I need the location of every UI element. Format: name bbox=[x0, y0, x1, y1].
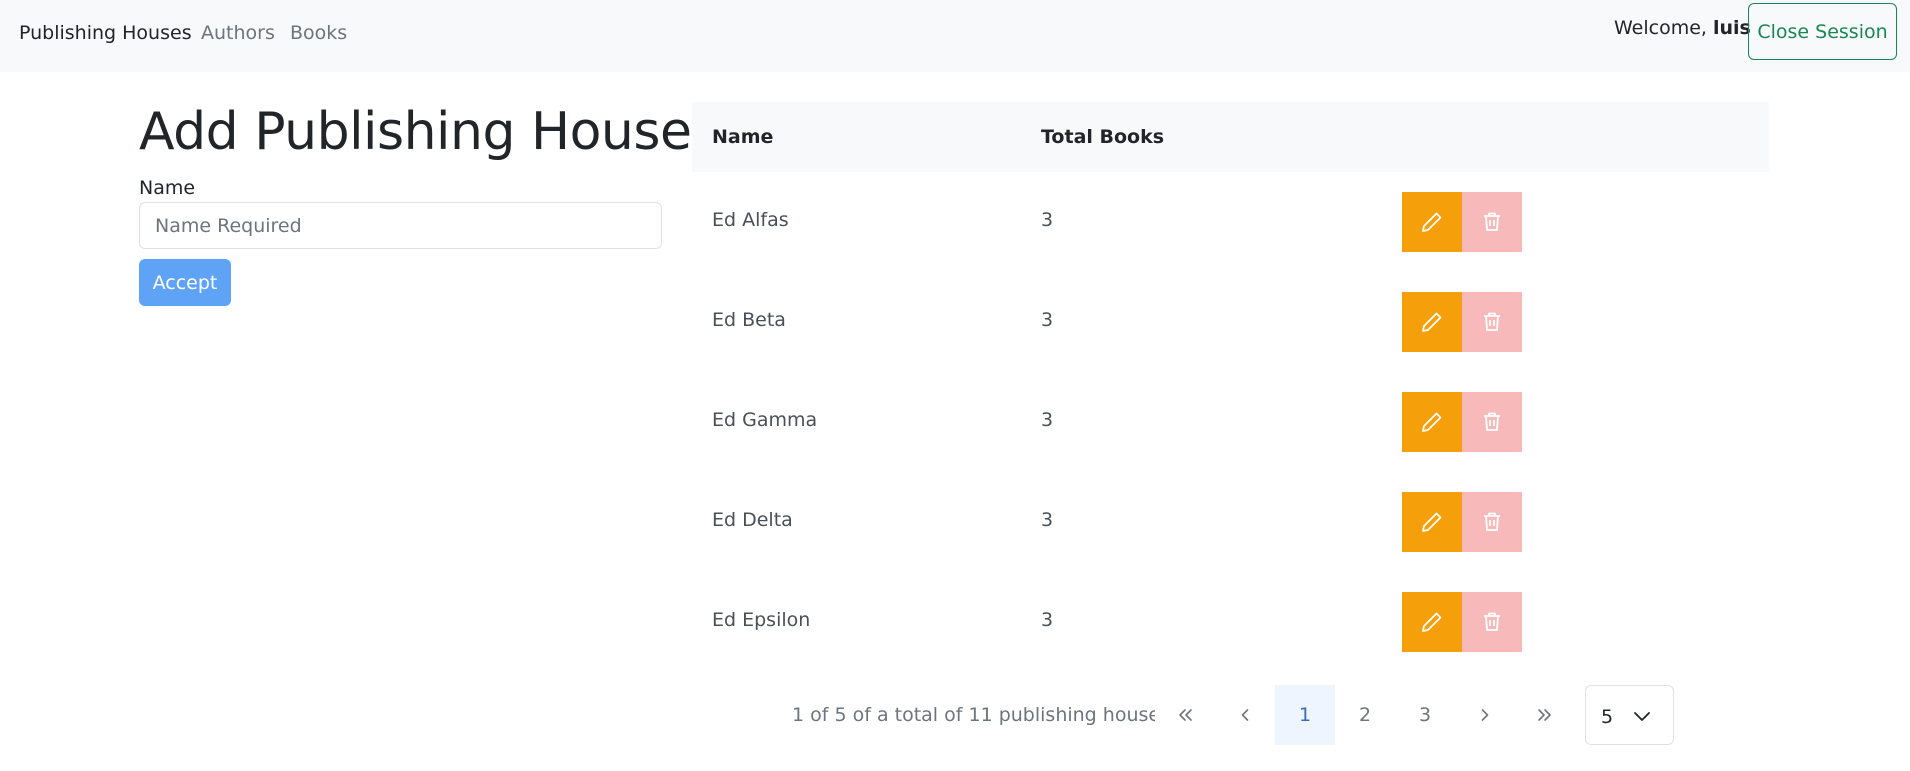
nav-link-books[interactable]: Books bbox=[290, 22, 347, 44]
nav-link-authors[interactable]: Authors bbox=[201, 22, 275, 44]
cell-total-books: 3 bbox=[1041, 509, 1054, 531]
edit-button[interactable] bbox=[1402, 292, 1462, 352]
delete-button[interactable] bbox=[1462, 392, 1522, 452]
welcome-prefix: Welcome, bbox=[1614, 17, 1707, 39]
table-header: Name Total Books bbox=[692, 102, 1769, 172]
delete-button[interactable] bbox=[1462, 592, 1522, 652]
column-header-total-books: Total Books bbox=[1041, 126, 1165, 148]
navbar: Publishing Houses Authors Books Welcome,… bbox=[0, 0, 1910, 72]
trash-icon bbox=[1484, 512, 1500, 531]
trash-icon bbox=[1484, 312, 1500, 331]
last-page-button[interactable] bbox=[1515, 685, 1575, 745]
previous-page-button[interactable] bbox=[1215, 685, 1275, 745]
cell-name: Ed Beta bbox=[712, 309, 786, 331]
delete-button[interactable] bbox=[1462, 492, 1522, 552]
page-2-button[interactable]: 2 bbox=[1335, 685, 1395, 745]
table-row: Ed Gamma 3 bbox=[692, 372, 1769, 472]
trash-icon bbox=[1484, 212, 1500, 231]
trash-icon bbox=[1484, 412, 1500, 431]
cell-name: Ed Delta bbox=[712, 509, 793, 531]
username: luis bbox=[1713, 17, 1751, 39]
page-title: Add Publishing House bbox=[139, 102, 692, 162]
page-size-select[interactable]: 5 bbox=[1585, 685, 1674, 745]
edit-button[interactable] bbox=[1402, 592, 1462, 652]
delete-button[interactable] bbox=[1462, 292, 1522, 352]
pencil-icon bbox=[1422, 312, 1442, 332]
pencil-icon bbox=[1422, 412, 1442, 432]
cell-total-books: 3 bbox=[1041, 309, 1054, 331]
close-session-button[interactable]: Close Session bbox=[1748, 3, 1897, 60]
chevron-down-icon bbox=[1634, 712, 1650, 721]
trash-icon bbox=[1484, 612, 1500, 631]
pencil-icon bbox=[1422, 212, 1442, 232]
cell-total-books: 3 bbox=[1041, 409, 1054, 431]
next-page-button[interactable] bbox=[1455, 685, 1515, 745]
chevron-left-icon bbox=[1241, 709, 1249, 721]
cell-name: Ed Alfas bbox=[712, 209, 789, 231]
pencil-icon bbox=[1422, 612, 1442, 632]
cell-total-books: 3 bbox=[1041, 209, 1054, 231]
delete-button[interactable] bbox=[1462, 192, 1522, 252]
name-input[interactable] bbox=[139, 202, 662, 249]
column-header-name: Name bbox=[712, 126, 774, 148]
pagination-info: 1 of 5 of a total of 11 publishing house… bbox=[792, 704, 1170, 726]
pencil-icon bbox=[1422, 512, 1442, 532]
table-row: Ed Delta 3 bbox=[692, 472, 1769, 572]
cell-name: Ed Gamma bbox=[712, 409, 818, 431]
first-page-button[interactable] bbox=[1155, 685, 1215, 745]
cell-total-books: 3 bbox=[1041, 609, 1054, 631]
edit-button[interactable] bbox=[1402, 192, 1462, 252]
page-3-button[interactable]: 3 bbox=[1395, 685, 1455, 745]
name-label: Name bbox=[139, 177, 196, 199]
page-1-button[interactable]: 1 bbox=[1275, 685, 1335, 745]
edit-button[interactable] bbox=[1402, 392, 1462, 452]
accept-button[interactable]: Accept bbox=[139, 259, 231, 306]
nav-link-publishing-houses[interactable]: Publishing Houses bbox=[19, 22, 192, 44]
table-row: Ed Epsilon 3 bbox=[692, 572, 1769, 672]
chevrons-right-icon bbox=[1538, 709, 1551, 721]
cell-name: Ed Epsilon bbox=[712, 609, 811, 631]
edit-button[interactable] bbox=[1402, 492, 1462, 552]
welcome-message: Welcome, luis bbox=[1614, 17, 1751, 39]
chevron-right-icon bbox=[1481, 709, 1489, 721]
table-row: Ed Beta 3 bbox=[692, 272, 1769, 372]
chevrons-left-icon bbox=[1179, 709, 1192, 721]
table-row: Ed Alfas 3 bbox=[692, 172, 1769, 272]
page-size-value: 5 bbox=[1601, 706, 1614, 728]
